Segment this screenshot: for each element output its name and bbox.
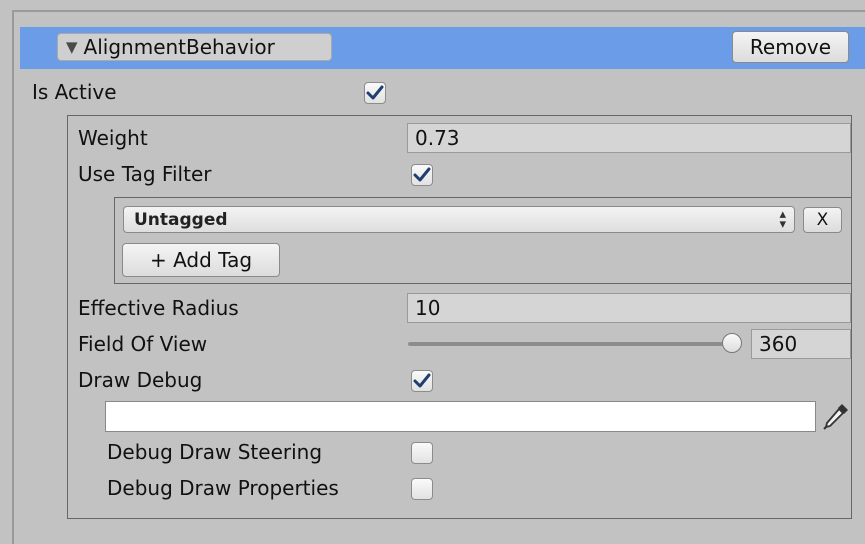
add-tag-button[interactable]: + Add Tag	[122, 243, 280, 277]
field-of-view-field[interactable]: 360	[751, 329, 851, 359]
remove-tag-button[interactable]: X	[803, 207, 842, 233]
field-of-view-label: Field Of View	[78, 332, 208, 356]
component-title: AlignmentBehavior	[83, 35, 275, 59]
effective-radius-field[interactable]: 10	[407, 293, 851, 323]
foldout-triangle-icon: ▼	[66, 38, 78, 56]
is-active-label: Is Active	[32, 80, 117, 104]
weight-value: 0.73	[415, 126, 460, 150]
debug-draw-steering-label: Debug Draw Steering	[107, 440, 323, 464]
debug-color-field[interactable]	[105, 401, 816, 432]
tag-dropdown[interactable]: Untagged ▴ ▾	[123, 206, 795, 233]
remove-button[interactable]: Remove	[732, 31, 849, 63]
draw-debug-checkbox[interactable]	[411, 370, 433, 392]
draw-debug-label: Draw Debug	[78, 368, 203, 392]
is-active-checkbox[interactable]	[364, 82, 386, 104]
remove-tag-label: X	[816, 210, 829, 230]
checkmark-icon	[413, 373, 431, 388]
dropdown-arrows-icon: ▴ ▾	[779, 207, 786, 232]
use-tag-filter-label: Use Tag Filter	[78, 162, 212, 186]
tag-dropdown-value: Untagged	[134, 209, 228, 230]
remove-button-label: Remove	[749, 35, 832, 59]
component-foldout[interactable]: ▼ AlignmentBehavior	[57, 33, 332, 61]
weight-label: Weight	[78, 126, 148, 150]
eyedropper-icon[interactable]	[820, 400, 852, 432]
field-of-view-slider[interactable]	[408, 342, 734, 346]
weight-field[interactable]: 0.73	[407, 123, 851, 153]
debug-draw-steering-checkbox[interactable]	[411, 442, 433, 464]
field-of-view-value: 360	[759, 332, 798, 356]
checkmark-icon	[366, 85, 384, 100]
debug-draw-properties-checkbox[interactable]	[411, 478, 433, 500]
checkmark-icon	[413, 167, 431, 182]
debug-draw-properties-label: Debug Draw Properties	[107, 476, 339, 500]
add-tag-label: + Add Tag	[149, 248, 253, 272]
effective-radius-label: Effective Radius	[78, 296, 239, 320]
field-of-view-slider-thumb[interactable]	[722, 333, 742, 353]
use-tag-filter-checkbox[interactable]	[411, 164, 433, 186]
effective-radius-value: 10	[415, 296, 441, 320]
